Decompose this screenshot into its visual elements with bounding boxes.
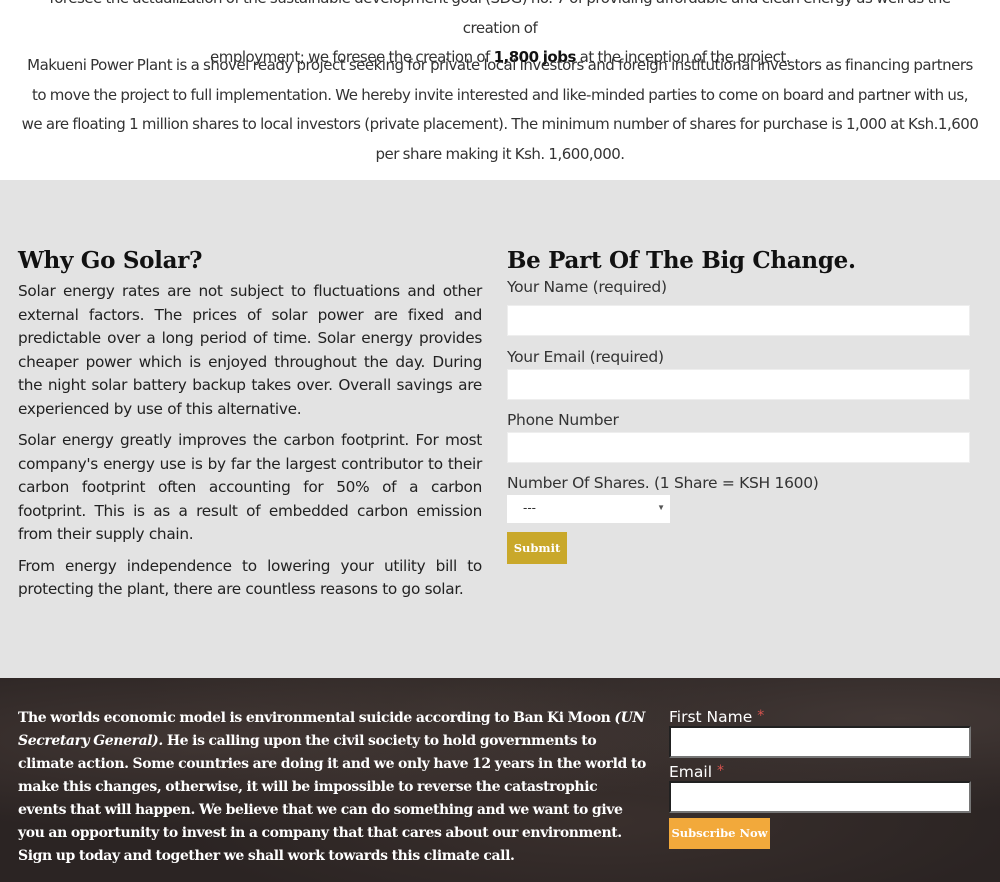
why-solar-paragraph: From energy independence to lowering you… xyxy=(18,556,482,599)
why-solar-title: Why Go Solar? xyxy=(18,247,203,274)
why-solar-column: Why Go Solar? Solar energy rates are not… xyxy=(18,247,482,610)
subscribe-form: First Name * Email * Subscribe Now xyxy=(669,708,971,849)
intro-section: foresee the actualization of the sustain… xyxy=(0,0,1000,180)
required-star: * xyxy=(716,763,724,779)
subscribe-email-label: Email * xyxy=(669,763,971,781)
first-name-label: First Name * xyxy=(669,708,971,726)
quote-text: He is calling upon the civil society to … xyxy=(18,733,646,864)
email-label: Your Email (required) xyxy=(507,348,664,366)
email-input[interactable] xyxy=(507,369,970,400)
shares-label: Number Of Shares. (1 Share = KSH 1600) xyxy=(507,474,819,492)
solar-section: Why Go Solar? Solar energy rates are not… xyxy=(0,180,1000,678)
why-solar-paragraph: Solar energy greatly improves the carbon… xyxy=(18,431,482,543)
email-label-text: Email xyxy=(669,763,713,781)
form-title: Be Part Of The Big Change. xyxy=(507,247,856,274)
investment-form: Be Part Of The Big Change. Your Name (re… xyxy=(507,247,970,564)
name-input[interactable] xyxy=(507,305,970,336)
climate-quote: The worlds economic model is environment… xyxy=(18,707,648,868)
shares-selected-value: --- xyxy=(523,500,536,515)
name-label: Your Name (required) xyxy=(507,278,667,296)
shares-select[interactable]: --- ▼ xyxy=(507,495,670,523)
why-solar-paragraph: Solar energy rates are not subject to fl… xyxy=(18,282,482,418)
submit-button[interactable]: Submit xyxy=(507,532,567,564)
dropdown-arrow-icon: ▼ xyxy=(657,503,665,512)
first-name-label-text: First Name xyxy=(669,708,753,726)
intro-paragraph-2: Makueni Power Plant is a shovel ready pr… xyxy=(21,56,979,163)
subscribe-button[interactable]: Subscribe Now xyxy=(669,818,770,849)
required-star: * xyxy=(757,708,765,724)
intro-line: foresee the actualization of the sustain… xyxy=(49,0,951,37)
subscribe-email-input[interactable] xyxy=(669,781,971,813)
quote-text: The worlds economic model is environment… xyxy=(18,710,615,726)
climate-call-section: The worlds economic model is environment… xyxy=(0,678,1000,882)
phone-label: Phone Number xyxy=(507,411,619,429)
phone-input[interactable] xyxy=(507,432,970,463)
first-name-input[interactable] xyxy=(669,726,971,758)
